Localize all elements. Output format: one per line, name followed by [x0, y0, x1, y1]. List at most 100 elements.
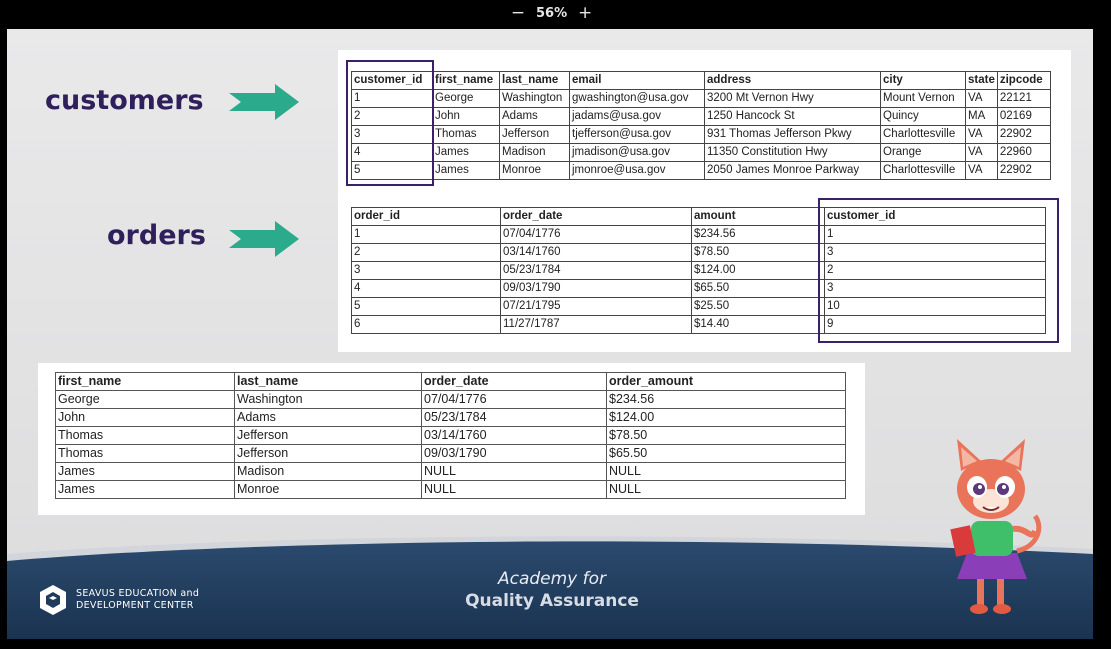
viewer-toolbar: − 56% +	[0, 0, 1111, 28]
table-row: 2 John Adams jadams@usa.gov 1250 Hancock St Q…	[351, 107, 1051, 126]
table-cell: 11350 Constitution Hwy	[704, 143, 881, 162]
table-cell: Jefferson	[499, 125, 570, 144]
table-cell: $25.50	[691, 297, 825, 316]
table-row: John Adams 05/23/1784 $124.00	[55, 408, 846, 427]
column-header: city	[880, 71, 966, 90]
table-cell: $234.56	[691, 225, 825, 244]
table-cell: 2	[351, 243, 501, 262]
table-cell: VA	[965, 143, 998, 162]
column-header: order_id	[351, 207, 501, 226]
column-header: order_date	[421, 372, 607, 391]
table-row: 3 Thomas Jefferson tjefferson@usa.gov 931 Th…	[351, 125, 1051, 144]
table-cell: Thomas	[432, 125, 500, 144]
table-cell: Jefferson	[234, 426, 422, 445]
slide: customers orders customer_id first_name …	[7, 29, 1093, 639]
table-cell: 05/23/1784	[500, 261, 692, 280]
zoom-out-button[interactable]: −	[510, 3, 526, 23]
result-table: first_name last_name order_date order_am…	[55, 372, 846, 499]
customer-id-highlight	[346, 60, 434, 186]
table-cell: NULL	[606, 462, 846, 481]
table-row: Thomas Jefferson 03/14/1760 $78.50	[55, 426, 846, 445]
table-cell: $124.00	[606, 408, 846, 427]
table-cell: NULL	[421, 480, 607, 499]
column-header: order_amount	[606, 372, 846, 391]
zoom-control: − 56% +	[510, 2, 593, 24]
table-cell: James	[432, 161, 500, 180]
column-header: address	[704, 71, 881, 90]
table-cell: 03/14/1760	[421, 426, 607, 445]
table-cell: NULL	[421, 462, 607, 481]
table-cell: 09/03/1790	[500, 279, 692, 298]
table-cell: Thomas	[55, 444, 235, 463]
table-row: James Madison NULL NULL	[55, 462, 846, 481]
table-cell: gwashington@usa.gov	[569, 89, 705, 108]
academy-line1: Academy for	[497, 569, 607, 589]
table-row: George Washington 07/04/1776 $234.56	[55, 390, 846, 409]
table-cell: 22121	[996, 89, 1051, 108]
column-header: first_name	[55, 372, 235, 391]
table-cell: 02169	[996, 107, 1051, 126]
table-cell: Adams	[234, 408, 422, 427]
table-row: 4 James Madison jmadison@usa.gov 11350 Const…	[351, 143, 1051, 162]
customers-label: customers	[45, 85, 204, 116]
table-cell: 2050 James Monroe Parkway	[704, 161, 881, 180]
table-row: James Monroe NULL NULL	[55, 480, 846, 499]
table-cell: 1	[351, 225, 501, 244]
table-cell: jmonroe@usa.gov	[569, 161, 705, 180]
customers-table: customer_id first_name last_name email a…	[351, 71, 1051, 180]
table-cell: Monroe	[234, 480, 422, 499]
table-cell: Thomas	[55, 426, 235, 445]
table-cell: $78.50	[606, 426, 846, 445]
table-cell: $234.56	[606, 390, 846, 409]
table-cell: Washington	[499, 89, 570, 108]
table-cell: 22902	[996, 125, 1051, 144]
orders-customer-id-highlight	[818, 198, 1059, 343]
column-header: last_name	[499, 71, 570, 90]
table-cell: Orange	[880, 143, 966, 162]
table-cell: VA	[965, 125, 998, 144]
table-cell: NULL	[606, 480, 846, 499]
column-header: zipcode	[996, 71, 1051, 90]
column-header: state	[965, 71, 998, 90]
table-cell: 05/23/1784	[421, 408, 607, 427]
seavus-logo: SEAVUS EDUCATION and DEVELOPMENT CENTER	[38, 584, 199, 616]
zoom-level: 56%	[536, 5, 568, 21]
table-cell: 931 Thomas Jefferson Pkwy	[704, 125, 881, 144]
table-cell: John	[55, 408, 235, 427]
org-name-line2: DEVELOPMENT CENTER	[76, 600, 194, 611]
table-cell: George	[55, 390, 235, 409]
table-header-row: customer_id first_name last_name email a…	[351, 71, 1051, 90]
table-cell: $124.00	[691, 261, 825, 280]
table-cell: $14.40	[691, 315, 825, 334]
right-arrow-icon	[229, 84, 299, 120]
seavus-cube-logo-icon	[40, 585, 66, 615]
table-cell: VA	[965, 89, 998, 108]
academy-title: Academy for Quality Assurance	[447, 569, 657, 611]
table-cell: $65.50	[691, 279, 825, 298]
column-header: email	[569, 71, 705, 90]
table-cell: 22960	[996, 143, 1051, 162]
table-cell: 07/04/1776	[500, 225, 692, 244]
column-header: amount	[691, 207, 825, 226]
table-header-row: first_name last_name order_date order_am…	[55, 372, 846, 391]
table-cell: James	[55, 462, 235, 481]
table-cell: John	[432, 107, 500, 126]
table-cell: 3	[351, 261, 501, 280]
column-header: first_name	[432, 71, 500, 90]
academy-line2: Quality Assurance	[465, 591, 639, 611]
column-header: last_name	[234, 372, 422, 391]
table-cell: James	[55, 480, 235, 499]
table-cell: 5	[351, 297, 501, 316]
column-header: order_date	[500, 207, 692, 226]
table-cell: $78.50	[691, 243, 825, 262]
table-cell: 07/04/1776	[421, 390, 607, 409]
zoom-in-button[interactable]: +	[577, 3, 593, 23]
table-row: 1 George Washington gwashington@usa.gov 3200…	[351, 89, 1051, 108]
table-cell: $65.50	[606, 444, 846, 463]
table-cell: 07/21/1795	[500, 297, 692, 316]
table-cell: 03/14/1760	[500, 243, 692, 262]
table-cell: 22902	[996, 161, 1051, 180]
table-cell: tjefferson@usa.gov	[569, 125, 705, 144]
table-cell: Monroe	[499, 161, 570, 180]
table-cell: James	[432, 143, 500, 162]
